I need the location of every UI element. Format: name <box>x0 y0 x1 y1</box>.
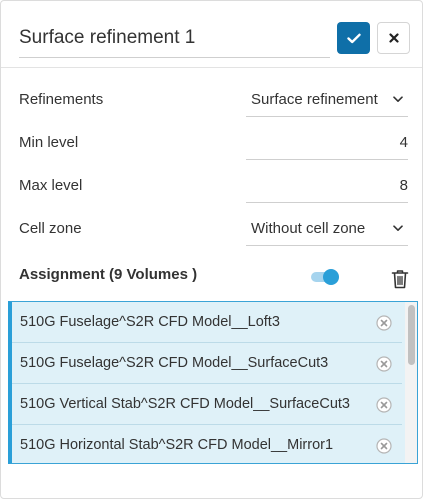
cell-zone-label: Cell zone <box>19 220 82 237</box>
chevron-down-icon <box>393 225 403 231</box>
list-item-label: 510G Horizontal Stab^S2R CFD Model__Mirr… <box>20 437 334 453</box>
assignment-list[interactable]: 510G Fuselage^S2R CFD Model__Loft3 510G … <box>8 301 418 464</box>
assignment-toggle[interactable] <box>311 269 339 285</box>
list-item[interactable]: 510G Fuselage^S2R CFD Model__Loft3 <box>12 302 402 343</box>
list-item-label: 510G Fuselage^S2R CFD Model__SurfaceCut3 <box>20 355 329 371</box>
remove-circle-icon[interactable] <box>376 397 392 413</box>
scrollbar-thumb[interactable] <box>408 305 415 365</box>
remove-circle-icon[interactable] <box>376 356 392 372</box>
chevron-down-icon <box>393 96 403 102</box>
max-level-input[interactable]: 8 <box>246 169 408 203</box>
list-scrollbar[interactable] <box>405 302 417 463</box>
min-level-label: Min level <box>19 134 79 151</box>
trash-icon[interactable] <box>391 269 409 289</box>
cell-zone-select[interactable]: Without cell zone <box>246 212 408 246</box>
list-item-label: 510G Fuselage^S2R CFD Model__Loft3 <box>20 314 280 330</box>
list-item[interactable]: 510G Horizontal Stab^S2R CFD Model__Mirr… <box>12 425 402 463</box>
header-divider <box>1 67 422 68</box>
close-icon <box>388 33 399 43</box>
remove-circle-icon[interactable] <box>376 315 392 331</box>
list-item[interactable]: 510G Fuselage^S2R CFD Model__SurfaceCut3 <box>12 343 402 384</box>
check-icon <box>346 33 361 43</box>
cell-zone-value: Without cell zone <box>251 220 366 237</box>
refinements-label: Refinements <box>19 91 104 108</box>
refinements-value: Surface refinement <box>251 91 378 108</box>
refinements-select[interactable]: Surface refinement <box>246 83 408 117</box>
surface-refinement-panel: Surface refinement 1 Refinements Surface… <box>0 0 423 499</box>
title-input[interactable]: Surface refinement 1 <box>19 19 330 58</box>
confirm-button[interactable] <box>337 22 370 54</box>
toggle-knob <box>323 269 339 285</box>
remove-circle-icon[interactable] <box>376 438 392 454</box>
list-item-label: 510G Vertical Stab^S2R CFD Model__Surfac… <box>20 396 350 412</box>
assignment-label: Assignment (9 Volumes ) <box>19 266 198 283</box>
min-level-input[interactable]: 4 <box>246 126 408 160</box>
max-level-label: Max level <box>19 177 83 194</box>
close-button[interactable] <box>377 22 410 54</box>
list-item[interactable]: 510G Vertical Stab^S2R CFD Model__Surfac… <box>12 384 402 425</box>
